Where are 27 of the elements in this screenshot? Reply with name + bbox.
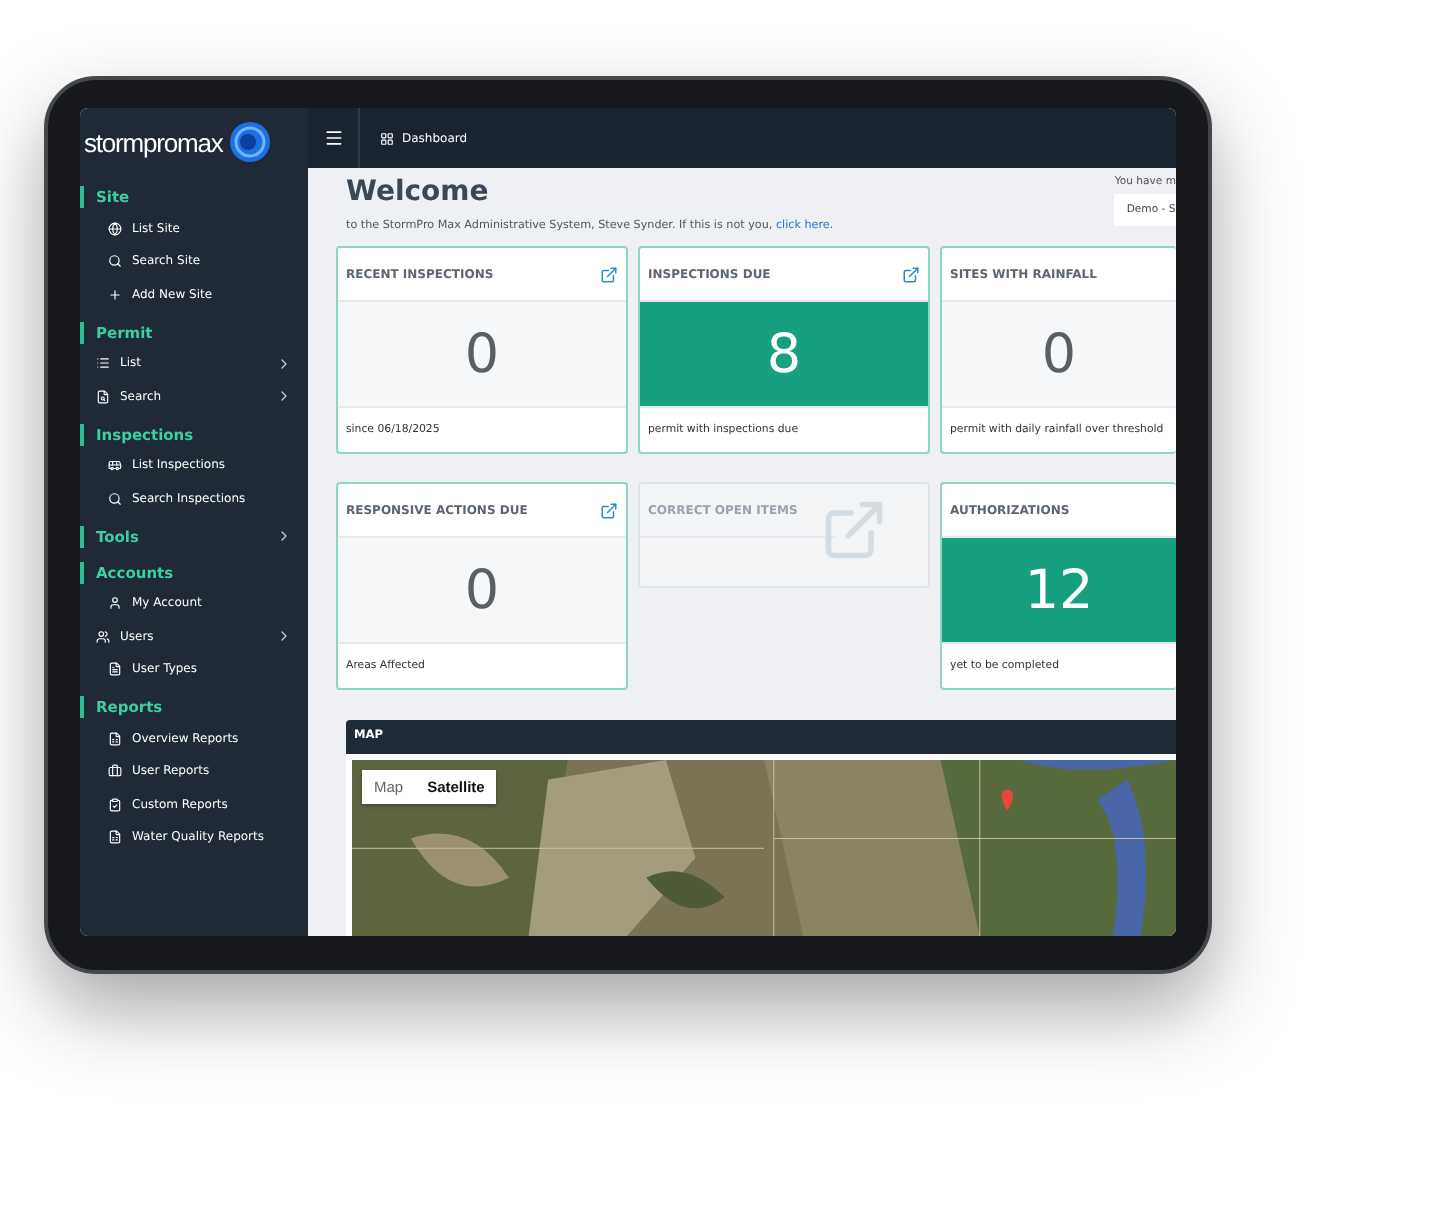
search-icon	[108, 491, 122, 506]
list-icon	[96, 356, 110, 371]
users-icon	[96, 629, 110, 644]
card-value: 8	[766, 323, 802, 385]
logo-text: stormpromax	[84, 127, 223, 157]
page-title: Welcome	[346, 176, 491, 208]
popout-icon[interactable]	[600, 501, 618, 519]
grid-icon	[380, 131, 394, 145]
card-value: 0	[464, 323, 500, 385]
popout-icon[interactable]	[902, 265, 920, 283]
popout-icon[interactable]	[600, 265, 618, 283]
globe-icon	[108, 221, 122, 236]
bus-icon	[108, 458, 122, 473]
user-icon	[108, 596, 122, 611]
search-icon	[108, 254, 122, 269]
card-value: 0	[1041, 323, 1077, 385]
clipboard-check-icon	[108, 797, 122, 812]
file-search-icon	[96, 389, 110, 404]
report-icon	[108, 731, 122, 746]
menu-icon	[323, 128, 343, 148]
report-icon	[108, 830, 122, 845]
card-value: 0	[464, 559, 500, 621]
logo-icon	[228, 120, 273, 164]
briefcase-icon	[108, 764, 122, 779]
document-icon	[108, 662, 122, 677]
card-value: 12	[1024, 559, 1094, 621]
plus-icon	[108, 287, 122, 302]
